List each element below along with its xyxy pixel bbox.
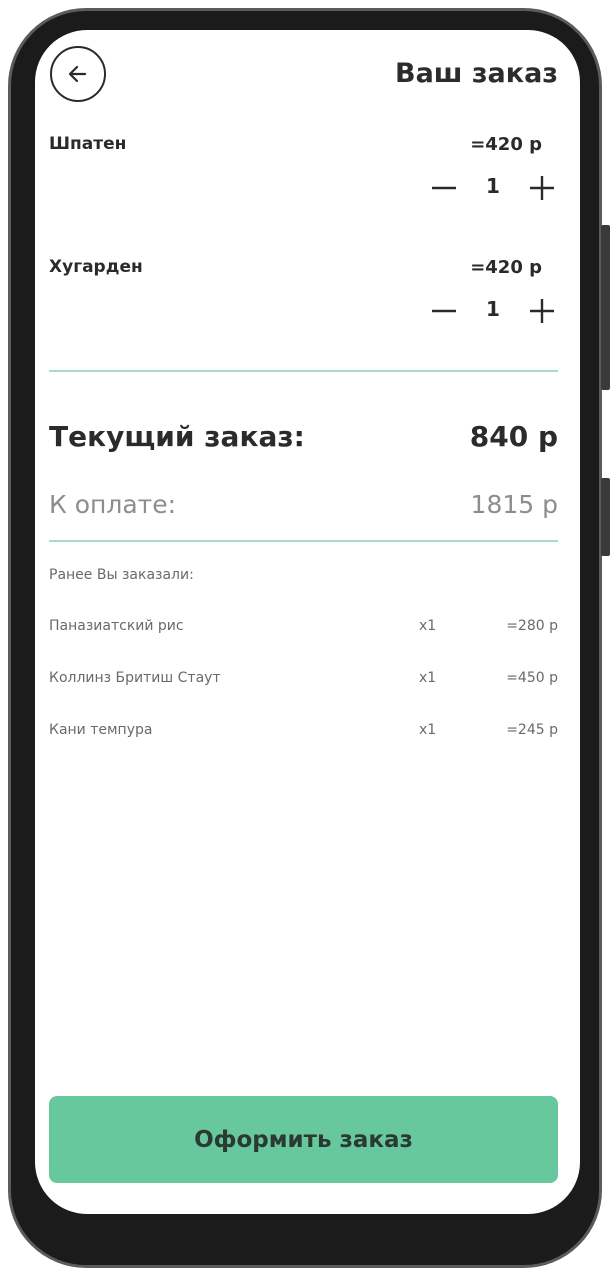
cart-item-price: =420 р (470, 134, 542, 155)
previous-order-price: =280 р (506, 618, 558, 634)
previous-order-name: Кани темпура (49, 722, 153, 738)
previous-order-row: Кани темпура x1 =245 р (49, 722, 558, 744)
to-pay-label: К оплате: (49, 490, 177, 519)
previous-order-qty: x1 (419, 618, 437, 634)
app-screen: Ваш заказ Шпатен =420 р 1 Хугарден =420 … (35, 30, 580, 1214)
previous-order-row: Коллинз Бритиш Стаут x1 =450 р (49, 670, 558, 692)
quantity-stepper: 1 (428, 291, 558, 331)
minus-icon (432, 186, 456, 190)
cart-item: Шпатен =420 р 1 (49, 134, 558, 224)
increase-button[interactable] (526, 291, 558, 331)
current-order-label: Текущий заказ: (49, 420, 305, 453)
cart-item-name: Хугарден (49, 257, 143, 277)
previous-order-row: Паназиатский рис x1 =280 р (49, 618, 558, 640)
previous-order-name: Паназиатский рис (49, 618, 184, 634)
decrease-button[interactable] (428, 168, 460, 208)
increase-button[interactable] (526, 168, 558, 208)
previous-orders-heading: Ранее Вы заказали: (49, 567, 194, 583)
to-pay-value: 1815 р (470, 490, 558, 519)
current-order-value: 840 р (469, 420, 558, 453)
cart-item-price: =420 р (470, 257, 542, 278)
place-order-button[interactable]: Оформить заказ (49, 1096, 558, 1183)
quantity-value: 1 (486, 174, 500, 198)
side-button-power (601, 478, 610, 556)
divider (49, 540, 558, 542)
quantity-value: 1 (486, 297, 500, 321)
cart-item-name: Шпатен (49, 134, 127, 154)
quantity-stepper: 1 (428, 168, 558, 208)
arrow-left-icon (68, 65, 87, 83)
page-title: Ваш заказ (394, 58, 558, 89)
minus-icon (432, 309, 456, 313)
plus-icon (530, 299, 554, 323)
previous-order-name: Коллинз Бритиш Стаут (49, 670, 221, 686)
previous-order-price: =450 р (506, 670, 558, 686)
previous-order-qty: x1 (419, 722, 437, 738)
previous-order-qty: x1 (419, 670, 437, 686)
divider (49, 370, 558, 372)
previous-order-price: =245 р (506, 722, 558, 738)
side-button-volume (601, 225, 610, 390)
cart-item: Хугарден =420 р 1 (49, 257, 558, 347)
decrease-button[interactable] (428, 291, 460, 331)
back-button[interactable] (50, 46, 106, 102)
plus-icon (530, 176, 554, 200)
